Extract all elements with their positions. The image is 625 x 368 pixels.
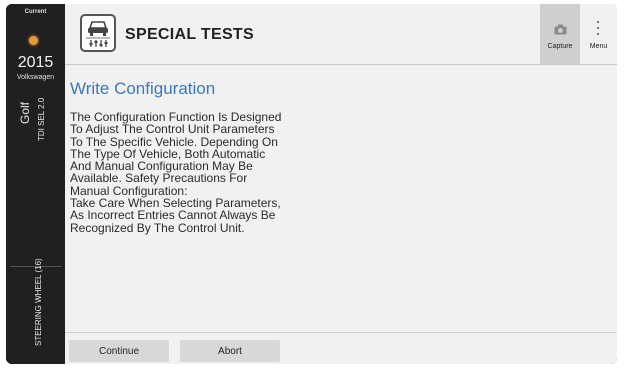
section-title: Write Configuration bbox=[70, 79, 216, 98]
vehicle-model: Golf bbox=[18, 101, 32, 124]
main-panel: SPECIAL TESTS Capture Menu Write Configu… bbox=[65, 4, 617, 364]
footer-divider bbox=[65, 332, 617, 333]
capture-button[interactable]: Capture bbox=[540, 4, 580, 64]
instruction-line: Available. Safety Precautions For bbox=[70, 171, 248, 186]
module-label[interactable]: STEERING WHEEL (16) bbox=[34, 258, 43, 346]
vehicle-status-label: Current bbox=[24, 9, 47, 15]
continue-button[interactable]: Continue bbox=[69, 340, 169, 362]
instruction-line: To Adjust The Control Unit Parameters bbox=[70, 122, 275, 137]
instructions-text: The Configuration Function Is Designed T… bbox=[70, 111, 340, 234]
more-vert-icon bbox=[596, 20, 600, 41]
vehicle-sidebar: Current 2015 Volkswagen Golf TDI SEL 2.0… bbox=[6, 4, 65, 364]
vehicle-make: Volkswagen bbox=[16, 74, 55, 81]
page-title: SPECIAL TESTS bbox=[125, 26, 254, 43]
device-frame: Current 2015 Volkswagen Golf TDI SEL 2.0… bbox=[6, 4, 617, 364]
menu-label: Menu bbox=[589, 43, 608, 50]
instruction-line: As Incorrect Entries Cannot Always Be bbox=[70, 208, 276, 223]
vehicle-year: 2015 bbox=[17, 54, 54, 71]
instruction-line: Recognized By The Control Unit. bbox=[70, 220, 245, 235]
camera-icon bbox=[554, 22, 567, 40]
capture-label: Capture bbox=[547, 43, 573, 50]
vehicle-engine: TDI SEL 2.0 bbox=[37, 97, 46, 141]
abort-button[interactable]: Abort bbox=[180, 340, 280, 362]
header-bar: SPECIAL TESTS Capture Menu bbox=[65, 4, 617, 65]
car-diagnostics-icon bbox=[80, 14, 116, 52]
menu-button[interactable]: Menu bbox=[580, 4, 617, 64]
status-indicator-icon bbox=[29, 36, 38, 45]
